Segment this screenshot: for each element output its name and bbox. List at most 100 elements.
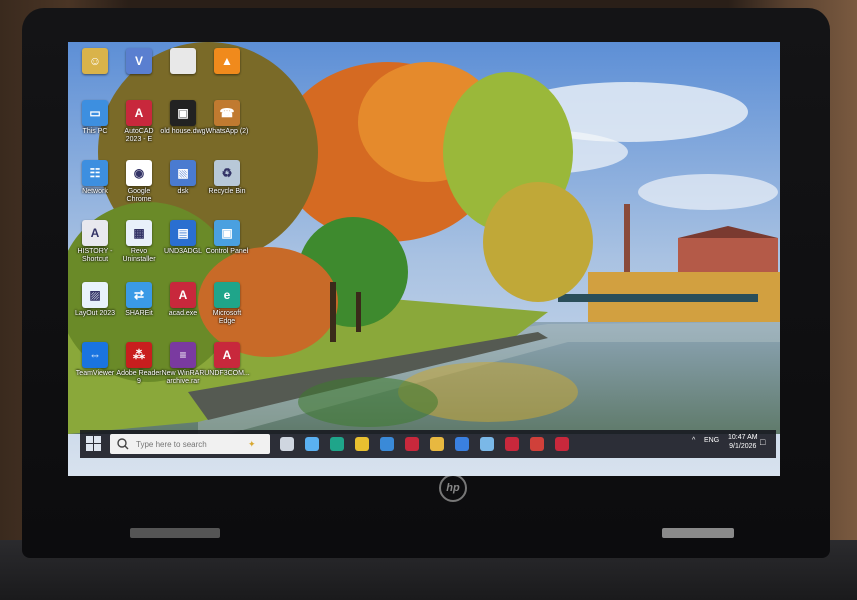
desktop-shortcut[interactable]: ▣ Control Panel — [204, 220, 250, 256]
desktop-shortcut-label: dsk — [177, 188, 189, 195]
desktop-shortcut[interactable] — [160, 48, 206, 74]
clock-date: 9/1/2026 — [729, 443, 757, 450]
user-folder-icon: ☺ — [82, 48, 108, 74]
desktop-shortcut[interactable]: ⇔ TeamViewer — [72, 342, 118, 378]
layout-icon: ▨ — [82, 282, 108, 308]
desktop-shortcut-label: Revo Uninstaller — [122, 248, 156, 263]
edge-icon: e — [214, 282, 240, 308]
notification-center-icon[interactable]: □ — [760, 437, 765, 447]
task-view-icon[interactable] — [280, 437, 294, 451]
screen: ☺ V ▲ ▭ This PC A AutoCAD 2023 - E ▣ old house.d… — [68, 42, 780, 476]
desktop-shortcut[interactable]: ▧ dsk — [160, 160, 206, 196]
desktop-shortcut[interactable]: ◉ Google Chrome — [116, 160, 162, 204]
desktop-shortcut[interactable]: ▭ This PC — [72, 100, 118, 136]
adobe-reader-icon: ⁂ — [126, 342, 152, 368]
tray-overflow-chevron[interactable]: ^ — [692, 437, 695, 444]
language-indicator[interactable]: ENG — [704, 437, 719, 444]
desktop-shortcut[interactable]: ▣ old house.dwg — [160, 100, 206, 136]
desktop-shortcut[interactable]: ▲ — [204, 48, 250, 74]
undf3com-icon: A — [214, 342, 240, 368]
desktop-shortcut[interactable]: ▦ Revo Uninstaller — [116, 220, 162, 264]
teamviewer-icon: ⇔ — [82, 342, 108, 368]
desktop-shortcut-label: Network — [82, 188, 108, 195]
desktop-shortcut[interactable]: ⇄ SHAREit — [116, 282, 162, 318]
desktop-shortcut[interactable]: A AutoCAD 2023 - E — [116, 100, 162, 144]
desktop-shortcut[interactable]: Aacad.exe — [160, 282, 206, 318]
network-taskbar-icon[interactable] — [480, 437, 494, 451]
control-panel-icon: ▣ — [214, 220, 240, 246]
hp-logo: hp — [439, 474, 467, 502]
windows-logo-icon — [86, 436, 93, 443]
autocad3-taskbar-icon[interactable] — [555, 437, 569, 451]
desktop-shortcut-label: TeamViewer — [75, 370, 115, 377]
autocad-icon: A — [126, 100, 152, 126]
desktop-shortcut-label: WhatsApp (2) — [205, 128, 249, 135]
start-button[interactable] — [86, 436, 102, 452]
winrar-icon: ≡ — [170, 342, 196, 368]
edge-taskbar-icon[interactable] — [330, 437, 344, 451]
explorer-taskbar-icon[interactable] — [430, 437, 444, 451]
shareit-icon: ⇄ — [126, 282, 152, 308]
left-hinge — [130, 528, 220, 538]
taskbar-bar: ✦ ^ ENG 10:47 AM 9/1/2026 □ — [80, 430, 776, 458]
vpn-app-icon: V — [126, 48, 152, 74]
history-shortcut-icon: A — [82, 220, 108, 246]
revo-uninstaller-icon: ▦ — [126, 220, 152, 246]
desktop-shortcut[interactable]: ☎ WhatsApp (2) — [204, 100, 250, 136]
desktop-shortcut-label: Adobe Reader 9 — [116, 370, 162, 385]
vlc-icon: ▲ — [214, 48, 240, 74]
whatsapp-icon: ☎ — [214, 100, 240, 126]
dsk-shortcut-icon: ▧ — [170, 160, 196, 186]
windows-logo-pane — [86, 444, 93, 451]
desktop-shortcut[interactable]: ≡ New WinRAR archive.rar — [160, 342, 206, 386]
autocad2-taskbar-icon[interactable] — [505, 437, 519, 451]
dwg-file-icon: ▣ — [170, 100, 196, 126]
search-highlight-icon: ✦ — [248, 438, 256, 449]
desktop-shortcut-label: SHAREit — [125, 310, 153, 317]
desktop-shortcut[interactable]: ☷ Network — [72, 160, 118, 196]
chrome-taskbar-icon[interactable] — [355, 437, 369, 451]
desktop-shortcut[interactable]: ⁂ Adobe Reader 9 — [116, 342, 162, 386]
taskbar: ✦ ^ ENG 10:47 AM 9/1/2026 □ — [80, 430, 780, 476]
desktop-shortcut[interactable]: ☺ — [72, 48, 118, 74]
desktop-shortcut-label: Control Panel — [205, 248, 249, 255]
desktop-shortcut[interactable]: ♻ Recycle Bin — [204, 160, 250, 196]
search-box[interactable]: ✦ — [110, 434, 270, 454]
acad-exe-icon: A — [170, 282, 196, 308]
desktop-shortcut-label: UND3ADGL — [163, 248, 203, 255]
desktop-shortcut-label: AutoCAD 2023 - E — [124, 128, 154, 143]
recycle-bin-icon: ♻ — [214, 160, 240, 186]
und3adgl-icon: ▤ — [170, 220, 196, 246]
desktop-shortcut-label: HISTORY - Shortcut — [77, 248, 113, 263]
blank-file-icon — [170, 48, 196, 74]
desktop-shortcut-label: acad.exe — [168, 310, 198, 317]
desktop-shortcut[interactable]: ▤ UND3ADGL — [160, 220, 206, 256]
right-hinge — [662, 528, 734, 538]
desktop-shortcut[interactable]: A UNDF3COM... — [204, 342, 250, 378]
app-red-taskbar-icon[interactable] — [530, 437, 544, 451]
desktop-shortcut-label: UNDF3COM... — [204, 370, 250, 377]
chrome-icon: ◉ — [126, 160, 152, 186]
copilot-icon[interactable] — [305, 437, 319, 451]
this-pc-icon: ▭ — [82, 100, 108, 126]
search-icon — [117, 438, 129, 450]
desktop-shortcut-label: old house.dwg — [160, 128, 206, 135]
media-player-icon[interactable] — [455, 437, 469, 451]
clock-time: 10:47 AM — [728, 434, 758, 441]
windows-logo-pane — [94, 444, 101, 451]
desktop-shortcut-label: Recycle Bin — [208, 188, 246, 195]
desktop-shortcut[interactable]: e Microsoft Edge — [204, 282, 250, 326]
desktop-shortcut-label: Google Chrome — [126, 188, 152, 203]
desktop-shortcut[interactable]: A HISTORY - Shortcut — [72, 220, 118, 264]
search-input[interactable] — [134, 438, 248, 450]
windows-logo-pane — [94, 436, 101, 443]
system-clock[interactable]: 10:47 AM 9/1/2026 — [728, 433, 758, 451]
desktop-shortcut-label: LayOut 2023 — [74, 310, 116, 317]
desktop-shortcut[interactable]: V — [116, 48, 162, 74]
autocad-taskbar-icon[interactable] — [405, 437, 419, 451]
network-icon: ☷ — [82, 160, 108, 186]
desktop-shortcut-label: New WinRAR archive.rar — [161, 370, 205, 385]
desktop: ☺ V ▲ ▭ This PC A AutoCAD 2023 - E ▣ old house.d… — [68, 42, 780, 434]
store-icon[interactable] — [380, 437, 394, 451]
desktop-shortcut[interactable]: ▨ LayOut 2023 — [72, 282, 118, 318]
